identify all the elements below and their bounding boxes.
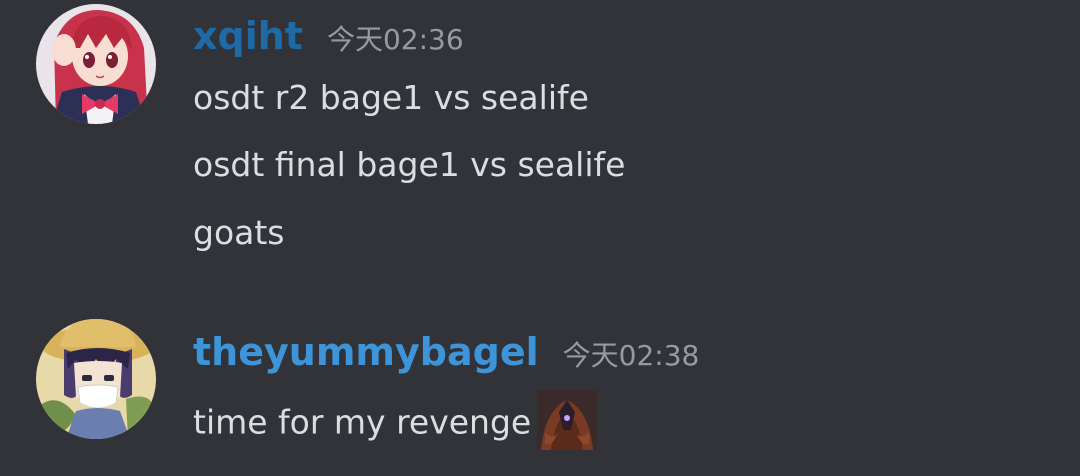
- message-text-content: time for my revenge: [193, 402, 532, 442]
- anime-girl-avatar-icon: [36, 4, 156, 124]
- user-avatar[interactable]: [36, 4, 156, 124]
- message-group: theyummybagel 今天02:38 time for my revenge: [0, 318, 1080, 476]
- message-header: xqiht 今天02:36: [193, 14, 464, 58]
- username[interactable]: xqiht: [193, 14, 303, 58]
- message-group: xqiht 今天02:36 osdt r2 bage1 vs sealife os…: [0, 0, 1080, 290]
- message-header: theyummybagel 今天02:38: [193, 330, 699, 374]
- hooded-villain-emoji-icon[interactable]: [537, 390, 598, 450]
- message-text: osdt r2 bage1 vs sealife: [193, 78, 589, 117]
- timestamp: 今天02:38: [562, 339, 700, 372]
- message-text: osdt final bage1 vs sealife: [193, 145, 626, 184]
- message-text: goats: [193, 213, 285, 252]
- chat-message-list: xqiht 今天02:36 osdt r2 bage1 vs sealife os…: [0, 0, 1080, 476]
- username[interactable]: theyummybagel: [193, 330, 539, 374]
- timestamp: 今天02:36: [326, 23, 464, 56]
- anime-boy-avatar-icon: [36, 319, 156, 439]
- message-text: time for my revenge: [193, 390, 598, 454]
- user-avatar[interactable]: [36, 319, 156, 439]
